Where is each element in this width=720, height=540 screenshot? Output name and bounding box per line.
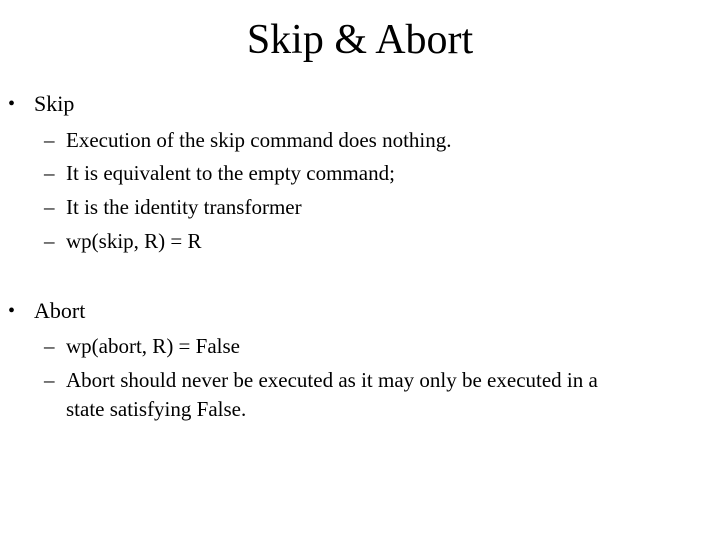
dash-icon: – — [44, 128, 55, 152]
sub-item-text: wp(skip, R) = R — [66, 229, 202, 253]
sub-item-text: Abort should never be executed as it may… — [66, 368, 598, 392]
bullet-icon: • — [8, 93, 16, 115]
sub-item-text: It is equivalent to the empty command; — [66, 161, 395, 185]
slide-title: Skip & Abort — [246, 17, 474, 63]
bullet-icon: • — [8, 300, 16, 322]
dash-icon: – — [44, 161, 55, 185]
bullet-label: Abort — [34, 298, 86, 323]
dash-icon: – — [44, 334, 55, 358]
sub-item-text: wp(abort, R) = False — [66, 334, 240, 358]
sub-item-text: It is the identity transformer — [66, 195, 302, 219]
sub-item-text-continued: state satisfying False. — [66, 397, 247, 421]
dash-icon: – — [44, 368, 55, 392]
bullet-label: Skip — [34, 91, 75, 116]
dash-icon: – — [44, 229, 55, 253]
dash-icon: – — [44, 195, 55, 219]
sub-item-text: Execution of the skip command does nothi… — [66, 128, 452, 152]
